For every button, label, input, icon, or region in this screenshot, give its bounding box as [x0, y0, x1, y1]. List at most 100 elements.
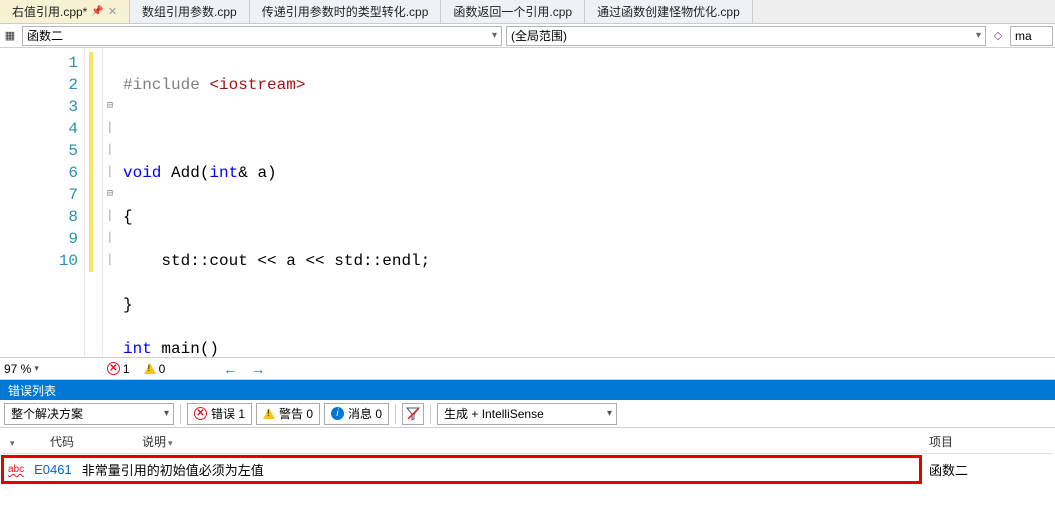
scope-select-namespace[interactable]: (全局范围) ▾ [506, 26, 986, 46]
line-number: 10 [0, 250, 78, 272]
code-token: #include [123, 76, 209, 94]
line-number: 4 [0, 118, 78, 140]
error-table: 代码 说明 项目 abc E0461 非常量引用的初始值必须为左值 函数二 [0, 428, 1055, 485]
line-number: 5 [0, 140, 78, 162]
intellisense-error-icon: abc [8, 464, 24, 475]
next-issue-button[interactable]: → [251, 361, 265, 377]
clear-filter-button[interactable] [402, 403, 424, 425]
scope-value: ma [1015, 29, 1032, 43]
header-text: 项目 [929, 435, 953, 449]
error-row[interactable]: abc E0461 非常量引用的初始值必须为左值 函数二 [2, 456, 1053, 483]
line-number: 6 [0, 162, 78, 184]
column-header-project[interactable]: 项目 [923, 430, 1053, 454]
code-token: std::endl; [325, 252, 431, 270]
line-number: 2 [0, 74, 78, 96]
tab-file-3[interactable]: 传递引用参数时的类型转化.cpp [250, 0, 442, 23]
warnings-filter-button[interactable]: 警告 0 [256, 403, 320, 425]
error-list-toolbar: 整个解决方案 ▾ ✕ 错误 1 警告 0 i 消息 0 生成 + IntelliS… [0, 400, 1055, 428]
separator [395, 404, 396, 424]
code-area[interactable]: #include <iostream> void Add(int& a) { s… [117, 48, 1055, 357]
error-count[interactable]: ✕ 1 [107, 362, 130, 376]
button-label: 警告 0 [279, 405, 313, 422]
separator [180, 404, 181, 424]
line-number: 7 [0, 184, 78, 206]
panel-title-text: 错误列表 [8, 382, 56, 399]
code-token: << [305, 252, 324, 270]
pin-icon[interactable]: 📌 [91, 6, 103, 17]
prev-issue-button[interactable]: ← [223, 361, 237, 377]
project-icon: ▦ [2, 28, 18, 44]
error-description: 非常量引用的初始值必须为左值 [82, 460, 264, 479]
chevron-down-icon: ▾ [34, 363, 39, 374]
fold-toggle[interactable]: ⊟ [103, 184, 117, 206]
scope-value: 函数二 [27, 27, 63, 44]
code-token: std::cout [123, 252, 257, 270]
member-icon: ◇ [990, 28, 1006, 44]
code-token: int [123, 340, 152, 357]
column-header-icon[interactable] [2, 430, 42, 454]
chevron-down-icon: ▾ [492, 30, 497, 41]
warning-icon [263, 408, 275, 419]
scope-select-member[interactable]: ma [1010, 26, 1053, 46]
error-icon: ✕ [194, 407, 207, 420]
header-text: 说明 [142, 435, 166, 449]
tab-label: 传递引用参数时的类型转化.cpp [262, 3, 429, 20]
solution-scope-select[interactable]: 整个解决方案 ▾ [4, 403, 174, 425]
select-value: 生成 + IntelliSense [444, 405, 544, 422]
select-value: 整个解决方案 [11, 405, 83, 422]
code-token: a [277, 252, 306, 270]
close-icon[interactable]: ✕ [108, 5, 117, 18]
count-value: 1 [123, 362, 130, 376]
code-token: & a) [238, 164, 276, 182]
line-number: 1 [0, 52, 78, 74]
info-icon: i [331, 407, 344, 420]
zoom-value: 97 % [4, 362, 31, 376]
separator [430, 404, 431, 424]
chevron-down-icon: ▾ [976, 30, 981, 41]
scope-select-project[interactable]: 函数二 ▾ [22, 26, 502, 46]
header-text: 代码 [50, 435, 74, 449]
filter-clear-icon [406, 407, 420, 421]
errors-filter-button[interactable]: ✕ 错误 1 [187, 403, 252, 425]
tab-label: 右值引用.cpp* [12, 3, 87, 20]
warning-count[interactable]: 0 [144, 362, 166, 376]
document-tabs: 右值引用.cpp* 📌 ✕ 数组引用参数.cpp 传递引用参数时的类型转化.cp… [0, 0, 1055, 24]
chevron-down-icon: ▾ [164, 408, 169, 419]
line-number: 8 [0, 206, 78, 228]
scope-value: (全局范围) [511, 27, 567, 44]
tab-label: 函数返回一个引用.cpp [453, 3, 572, 20]
code-editor[interactable]: 1 2 3 4 5 6 7 8 9 10 ⊟ │││ ⊟ │││ #includ… [0, 48, 1055, 358]
code-token: main() [152, 340, 219, 357]
button-label: 消息 0 [348, 405, 382, 422]
tab-label: 通过函数创建怪物优化.cpp [597, 3, 740, 20]
fold-toggle[interactable]: ⊟ [103, 96, 117, 118]
build-scope-select[interactable]: 生成 + IntelliSense ▾ [437, 403, 617, 425]
code-token: Add( [161, 164, 209, 182]
error-icon: ✕ [107, 362, 120, 375]
tab-file-5[interactable]: 通过函数创建怪物优化.cpp [585, 0, 753, 23]
change-marker [85, 48, 103, 357]
chevron-down-icon: ▾ [607, 408, 612, 419]
tab-file-4[interactable]: 函数返回一个引用.cpp [441, 0, 585, 23]
error-code[interactable]: E0461 [34, 462, 72, 477]
error-list-title: 错误列表 [0, 380, 1055, 400]
line-number: 3 [0, 96, 78, 118]
tab-file-2[interactable]: 数组引用参数.cpp [130, 0, 250, 23]
code-token: << [257, 252, 276, 270]
tab-active-file[interactable]: 右值引用.cpp* 📌 ✕ [0, 0, 130, 23]
fold-gutter: ⊟ │││ ⊟ │││ [103, 48, 117, 357]
editor-status-bar: 97 %▾ ✕ 1 0 ← → [0, 358, 1055, 380]
button-label: 错误 1 [211, 405, 245, 422]
zoom-level[interactable]: 97 %▾ [4, 362, 39, 376]
column-header-desc[interactable]: 说明 [136, 430, 921, 454]
line-number-gutter: 1 2 3 4 5 6 7 8 9 10 [0, 48, 85, 357]
messages-filter-button[interactable]: i 消息 0 [324, 403, 389, 425]
code-token: { [123, 208, 133, 226]
code-token: <iostream> [209, 76, 305, 94]
code-token: void [123, 164, 161, 182]
column-header-code[interactable]: 代码 [44, 430, 134, 454]
warning-icon [144, 363, 156, 374]
code-token: int [209, 164, 238, 182]
count-value: 0 [159, 362, 166, 376]
line-number: 9 [0, 228, 78, 250]
